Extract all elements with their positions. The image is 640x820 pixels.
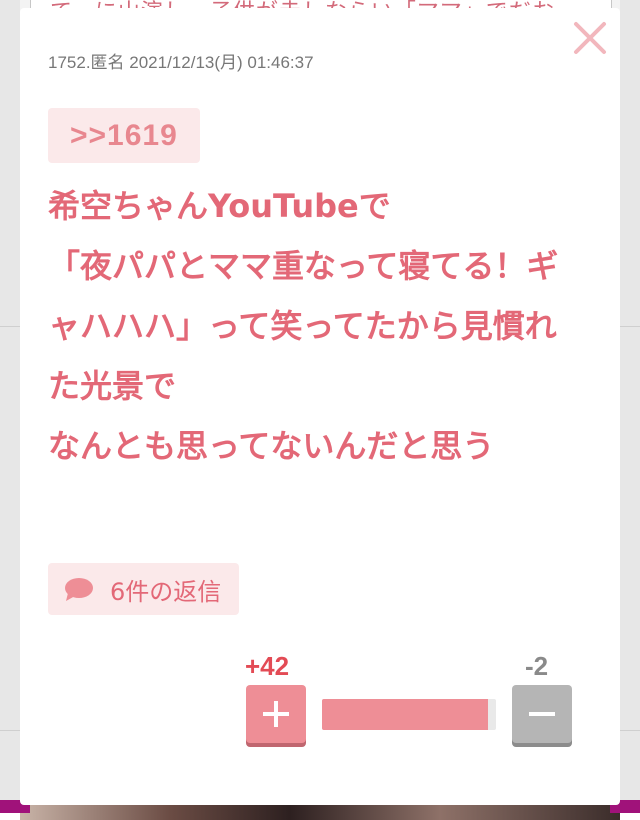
- minus-vote-button[interactable]: [512, 685, 572, 743]
- comment-body: 希空ちゃんYouTubeで 「夜パパとママ重なって寝てる！ギャハハハ」って笑って…: [48, 187, 559, 465]
- plus-vote-count: +42: [245, 651, 290, 681]
- speech-bubble-icon: [65, 578, 93, 601]
- vote-ratio-bar: [322, 699, 496, 730]
- close-icon: [574, 22, 606, 54]
- replies-button[interactable]: 6件の返信: [48, 563, 240, 615]
- replies-label: 6件の返信: [110, 577, 222, 606]
- post-meta: 1752.匿名 2021/12/13(月) 01:46:37: [48, 53, 314, 72]
- background-margin-left: [0, 0, 20, 813]
- comment-modal: 1752.匿名 2021/12/13(月) 01:46:37 >>1619 希空…: [20, 8, 620, 805]
- plus-vote-button[interactable]: [246, 685, 306, 743]
- plus-icon: [263, 701, 289, 727]
- background-margin-right: [620, 0, 640, 813]
- close-button[interactable]: [572, 20, 608, 56]
- reply-anchor-link[interactable]: >>1619: [48, 108, 200, 163]
- minus-icon: [529, 712, 555, 716]
- minus-vote-count: -2: [525, 651, 549, 681]
- vote-ratio-fill: [322, 699, 489, 730]
